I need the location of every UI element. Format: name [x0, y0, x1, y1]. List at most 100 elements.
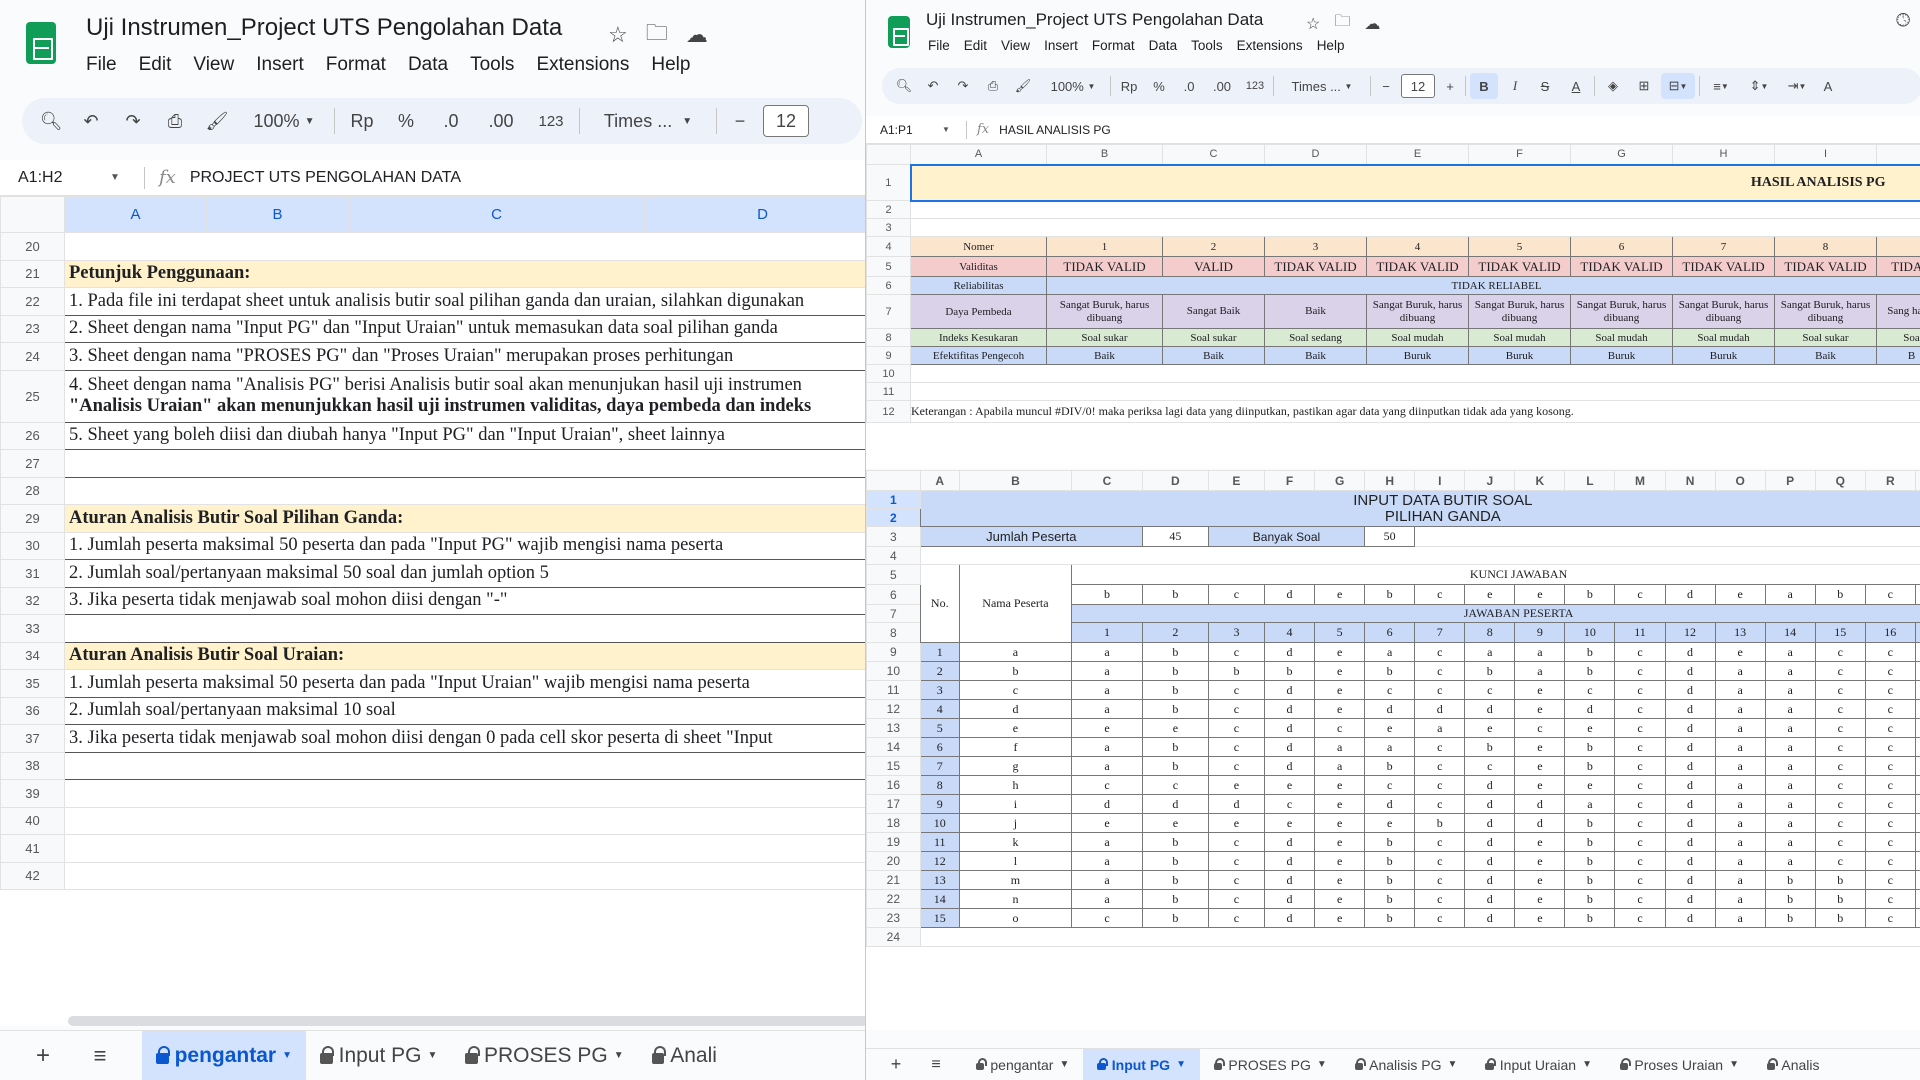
menu-item[interactable]: Insert	[256, 54, 304, 76]
sheet-tab[interactable]: Input Uraian ▼	[1471, 1049, 1606, 1080]
student-answer-cell[interactable]: c	[1614, 908, 1666, 928]
student-answer-cell[interactable]: c	[1814, 851, 1866, 871]
menu-item[interactable]: View	[1001, 38, 1030, 53]
jumlah-peserta-value[interactable]: 45	[1141, 526, 1209, 547]
font-size-input[interactable]: 12	[763, 105, 809, 137]
student-answer-cell[interactable]: c	[1414, 642, 1466, 662]
question-number[interactable]: 7	[1414, 622, 1466, 643]
student-name[interactable]: f	[958, 737, 1073, 757]
student-answer-cell[interactable]: d	[1664, 661, 1716, 681]
answer-key-cell[interactable]: e	[1314, 584, 1366, 605]
student-answer-cell[interactable]: d	[1514, 794, 1566, 814]
column-header[interactable]: I	[1414, 470, 1466, 491]
student-answer-cell[interactable]: c	[1414, 870, 1466, 890]
row-header[interactable]: 19	[866, 832, 921, 852]
row-header[interactable]: 33	[0, 614, 65, 643]
validity-result[interactable]: TIDAK VALID	[1264, 256, 1367, 277]
student-name[interactable]: e	[958, 718, 1073, 738]
student-answer-cell[interactable]: a	[1714, 870, 1766, 890]
formula-input[interactable]: HASIL ANALISIS PG	[999, 123, 1111, 137]
tab-menu-icon[interactable]: ▼	[1729, 1059, 1739, 1070]
jumlah-peserta-label[interactable]: Jumlah Peserta	[919, 526, 1143, 547]
student-answer-cell[interactable]: d	[1264, 832, 1316, 852]
student-answer-cell[interactable]: a	[1764, 680, 1816, 700]
student-answer-cell[interactable]: c	[1414, 756, 1466, 776]
discrimination-result[interactable]: Sangat Buruk, harus dibuang	[1468, 294, 1571, 329]
student-answer-cell[interactable]: b	[1814, 908, 1866, 928]
student-name[interactable]: b	[958, 661, 1073, 681]
question-number[interactable]: 4	[1264, 622, 1316, 643]
column-header[interactable]: I	[1774, 144, 1877, 165]
student-answer-cell[interactable]: c	[1864, 737, 1916, 757]
row-header[interactable]: 29	[0, 504, 65, 533]
empty-cell[interactable]	[919, 546, 1920, 565]
sheets-logo-icon[interactable]	[26, 22, 56, 64]
instruction-cell[interactable]: 2. Sheet dengan nama "Input PG" dan "Inp…	[64, 314, 865, 343]
all-sheets-icon[interactable]: ≡	[62, 1043, 118, 1069]
menu-item[interactable]: Insert	[1044, 38, 1078, 53]
student-number[interactable]: 15	[919, 908, 960, 928]
empty-cell[interactable]	[919, 927, 1920, 947]
column-header[interactable]: P	[1764, 470, 1816, 491]
row-header[interactable]: 20	[0, 232, 65, 261]
student-answer-cell[interactable]: c	[1614, 870, 1666, 890]
student-answer-cell[interactable]: a	[1071, 680, 1143, 700]
student-answer-cell[interactable]: d	[1914, 642, 1920, 662]
student-answer-cell[interactable]: b	[1141, 889, 1209, 909]
discrimination-result[interactable]: Sangat Baik	[1162, 294, 1265, 329]
difficulty-result[interactable]: Soal mudah	[1570, 328, 1673, 347]
tab-menu-icon[interactable]: ▼	[1059, 1059, 1069, 1070]
answer-key-cell[interactable]: b	[1364, 584, 1416, 605]
distractor-result[interactable]: Baik	[1162, 346, 1265, 365]
student-answer-cell[interactable]: a	[1714, 813, 1766, 833]
student-answer-cell[interactable]: d	[1914, 832, 1920, 852]
row-header[interactable]: 21	[0, 259, 65, 288]
student-answer-cell[interactable]: d	[1664, 889, 1716, 909]
menu-item[interactable]: Data	[1149, 38, 1178, 53]
student-answer-cell[interactable]: a	[1764, 756, 1816, 776]
validity-result[interactable]: TIDAK VALID	[1672, 256, 1775, 277]
question-number[interactable]: 4	[1366, 236, 1469, 257]
discrimination-result[interactable]: Sang harus	[1876, 294, 1920, 329]
menu-item[interactable]: Help	[1317, 38, 1345, 53]
row-header[interactable]: 12	[866, 699, 921, 719]
question-number[interactable]: 17	[1914, 622, 1920, 643]
student-answer-cell[interactable]: c	[1864, 680, 1916, 700]
student-answer-cell[interactable]: c	[1207, 718, 1266, 738]
add-sheet-icon[interactable]: +	[0, 1042, 62, 1070]
student-answer-cell[interactable]: b	[1764, 870, 1816, 890]
question-number[interactable]: 11	[1614, 622, 1666, 643]
student-answer-cell[interactable]: c	[1207, 889, 1266, 909]
student-answer-cell[interactable]: c	[1864, 889, 1916, 909]
student-answer-cell[interactable]: d	[1664, 680, 1716, 700]
student-answer-cell[interactable]: a	[1714, 756, 1766, 776]
student-answer-cell[interactable]: d	[1364, 699, 1416, 719]
student-answer-cell[interactable]: e	[1314, 813, 1366, 833]
student-answer-cell[interactable]: c	[1614, 794, 1666, 814]
student-answer-cell[interactable]: e	[1514, 889, 1566, 909]
student-answer-cell[interactable]: a	[1514, 642, 1566, 662]
instruction-cell[interactable]	[64, 232, 865, 261]
label-nomor[interactable]: Nomer	[910, 236, 1047, 257]
student-answer-cell[interactable]: e	[1314, 794, 1366, 814]
student-answer-cell[interactable]: e	[1514, 699, 1566, 719]
student-answer-cell[interactable]: b	[1141, 851, 1209, 871]
row-header[interactable]: 2	[866, 200, 911, 219]
undo-icon[interactable]: ↶	[74, 111, 108, 132]
sheet-tab[interactable]: Analis	[1753, 1049, 1834, 1080]
student-answer-cell[interactable]: a	[1071, 756, 1143, 776]
bold-button[interactable]: B	[1470, 73, 1498, 99]
student-answer-cell[interactable]: b	[1564, 813, 1616, 833]
question-number[interactable]: 16	[1864, 622, 1916, 643]
student-answer-cell[interactable]: e	[1564, 775, 1616, 795]
student-answer-cell[interactable]: d	[1664, 813, 1716, 833]
student-answer-cell[interactable]: a	[1071, 699, 1143, 719]
row-header[interactable]: 8	[866, 328, 911, 347]
student-answer-cell[interactable]: a	[1764, 737, 1816, 757]
validity-result[interactable]: VALID	[1162, 256, 1265, 277]
student-number[interactable]: 14	[919, 889, 960, 909]
student-answer-cell[interactable]: b	[1364, 908, 1416, 928]
student-answer-cell[interactable]: c	[1864, 794, 1916, 814]
student-answer-cell[interactable]: a	[1714, 794, 1766, 814]
discrimination-result[interactable]: Sangat Buruk, harus dibuang	[1672, 294, 1775, 329]
